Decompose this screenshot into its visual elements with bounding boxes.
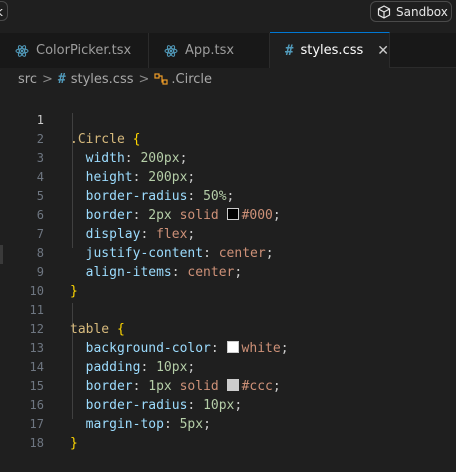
back-button[interactable]: k [0, 1, 8, 21]
code-line: 13 padding: 10px; [0, 320, 456, 375]
css-hash-icon: # [285, 42, 294, 59]
sandbox-button[interactable]: Sandbox [370, 1, 452, 22]
close-icon[interactable]: ✕ [377, 43, 389, 59]
code-line: 18 [0, 415, 456, 450]
code-line: 10 [0, 263, 456, 298]
line-number: 18 [29, 436, 44, 450]
chevron-right-icon: > [138, 71, 150, 87]
sandbox-label: Sandbox [396, 4, 448, 19]
code-line: 8 align-items: center; [0, 225, 456, 280]
react-icon [14, 43, 30, 59]
title-bar: k Sandbox [0, 0, 456, 24]
breadcrumb-symbol[interactable]: .Circle [171, 72, 212, 87]
code-line: 6 display: flex; [0, 187, 456, 242]
code-line: 9 } [0, 244, 456, 299]
code-line: 16 margin-top: 5px; [0, 377, 456, 432]
tab-label: App.tsx [185, 43, 235, 58]
code-line: 1 .Circle { [0, 92, 456, 147]
back-button-label: k [0, 5, 3, 19]
tab-colorpicker[interactable]: ColorPicker.tsx [0, 33, 149, 68]
css-hash-icon: # [57, 71, 66, 87]
chevron-right-icon: > [41, 71, 53, 87]
symbol-class-icon [154, 72, 169, 86]
code-line: 3 height: 200px; [0, 130, 456, 185]
brace: } [70, 436, 78, 451]
breadcrumb: src > # styles.css > .Circle [0, 68, 456, 90]
tab-label: ColorPicker.tsx [36, 43, 132, 58]
code-line: 2 width: 200px; [0, 111, 456, 166]
tab-styles-css[interactable]: # styles.css ✕ [270, 32, 390, 68]
code-line: 15 border-radius: 10px; [0, 358, 456, 413]
code-line: 5 border: 2px solid #000; [0, 168, 456, 223]
breadcrumb-folder[interactable]: src [18, 72, 37, 87]
code-line: 14 border: 1px solid #ccc; [0, 339, 456, 394]
code-editor[interactable]: 1 .Circle { 2 width: 200px; 3 height: 20… [0, 90, 456, 460]
editor-tab-bar: ColorPicker.tsx App.tsx # styles.css ✕ [0, 32, 456, 68]
tab-app[interactable]: App.tsx [149, 33, 270, 68]
react-icon [163, 43, 179, 59]
code-line: 4 border-radius: 50%; [0, 149, 456, 204]
cube-icon [377, 4, 391, 19]
code-line: 12 background-color: white; [0, 301, 456, 356]
breadcrumb-file[interactable]: styles.css [71, 72, 134, 87]
code-line: 17 } [0, 396, 456, 451]
code-line: 7 justify-content: center; [0, 206, 456, 261]
code-line: 11 table { [0, 282, 456, 337]
tab-label: styles.css [300, 43, 364, 58]
